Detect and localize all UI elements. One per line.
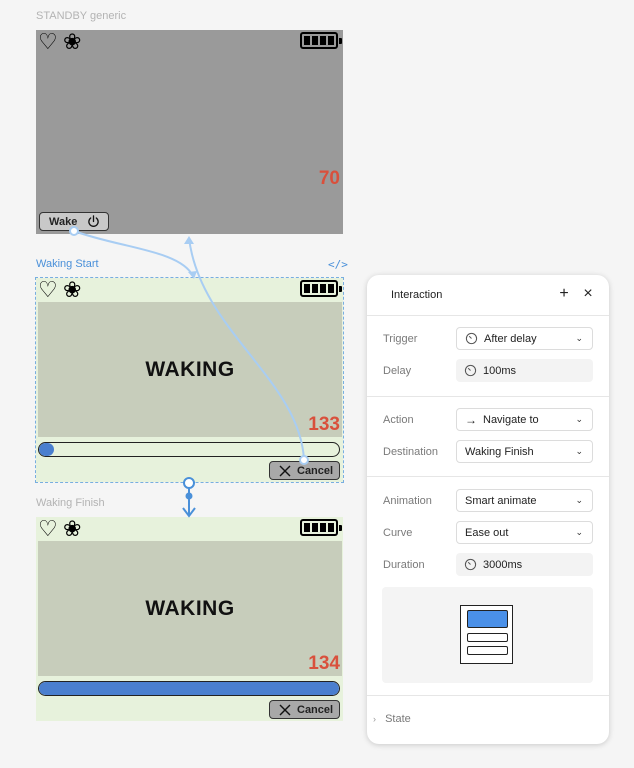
screen-title: WAKING — [145, 358, 235, 381]
wake-button-label: Wake — [49, 215, 78, 228]
chevron-down-icon: ⌄ — [575, 495, 583, 505]
duration-label: Duration — [383, 559, 425, 571]
chevron-down-icon: ⌄ — [575, 414, 583, 424]
destination-value: Waking Finish — [465, 445, 534, 458]
power-icon — [88, 215, 100, 227]
fan-icon: ❀ — [63, 30, 82, 54]
chevron-down-icon: ⌄ — [575, 446, 583, 456]
display-screen: WAKING — [38, 541, 342, 676]
panel-header: Interaction + × — [367, 275, 609, 316]
arrow-head-icon — [184, 236, 194, 244]
destination-select[interactable]: Waking Finish ⌄ — [456, 440, 593, 463]
progress-bar — [38, 681, 340, 696]
divider — [367, 476, 609, 477]
chevron-right-icon: › — [373, 714, 376, 724]
animation-label: Animation — [383, 495, 432, 507]
fan-icon: ❀ — [63, 278, 82, 302]
timer-icon — [465, 332, 478, 345]
counter-number: 134 — [308, 653, 340, 674]
trigger-label: Trigger — [383, 333, 418, 345]
connection-handle — [185, 492, 193, 500]
counter-number: 70 — [318, 168, 340, 189]
fan-icon: ❀ — [63, 517, 82, 541]
progress-fill — [39, 443, 54, 456]
curve-label: Curve — [383, 527, 413, 539]
duration-input[interactable]: 3000ms — [456, 553, 593, 576]
display-screen: WAKING — [38, 302, 342, 437]
state-label: State — [385, 713, 411, 725]
battery-icon — [300, 519, 342, 536]
battery-icon — [300, 32, 342, 49]
plus-icon[interactable]: + — [555, 285, 573, 303]
delay-input[interactable]: 100ms — [456, 359, 593, 382]
panel-title: Interaction — [391, 289, 443, 301]
progress-fill — [39, 682, 339, 695]
counter-number: 133 — [308, 414, 340, 435]
heart-icon: ♡ — [38, 517, 58, 541]
timer-icon — [464, 364, 477, 377]
heart-icon: ♡ — [38, 278, 58, 302]
frame-waking-finish[interactable]: ♡ ❀ WAKING 134 Cancel — [36, 517, 343, 721]
delay-label: Delay — [383, 365, 412, 377]
progress-bar — [38, 442, 340, 457]
animation-value: Smart animate — [465, 494, 537, 507]
duration-value: 3000ms — [483, 558, 523, 571]
destination-label: Destination — [383, 446, 439, 458]
heart-icon: ♡ — [38, 30, 58, 54]
cancel-button[interactable]: Cancel — [269, 700, 340, 719]
frame-standby[interactable]: ♡ ❀ 70 Wake — [36, 30, 343, 234]
cancel-button-label: Cancel — [297, 464, 334, 477]
action-select[interactable]: → Navigate to ⌄ — [456, 408, 593, 431]
animation-select[interactable]: Smart animate ⌄ — [456, 489, 593, 512]
action-label: Action — [383, 414, 414, 426]
battery-icon — [300, 280, 342, 297]
trigger-value: After delay — [484, 332, 537, 345]
action-value: Navigate to — [483, 413, 539, 426]
close-icon[interactable]: × — [579, 285, 597, 303]
code-icon[interactable]: </> — [328, 258, 348, 271]
divider — [367, 396, 609, 397]
cancel-button[interactable]: Cancel — [269, 461, 340, 480]
arrow-right-icon: → — [465, 412, 477, 427]
device-preview-icon — [460, 605, 513, 664]
divider — [367, 695, 609, 696]
animation-preview — [382, 587, 593, 683]
frame-label-standby[interactable]: STANDBY generic — [36, 10, 126, 22]
frame-label-waking-finish[interactable]: Waking Finish — [36, 497, 105, 509]
chevron-down-icon: ⌄ — [575, 333, 583, 343]
interaction-panel: Interaction + × Trigger After delay ⌄ De… — [367, 275, 609, 744]
cancel-button-label: Cancel — [297, 703, 334, 716]
x-icon — [279, 704, 291, 715]
chevron-down-icon: ⌄ — [575, 527, 583, 537]
screen-title: WAKING — [145, 597, 235, 620]
wake-button[interactable]: Wake — [39, 212, 109, 231]
curve-value: Ease out — [465, 526, 509, 539]
frame-waking-start[interactable]: ♡ ❀ WAKING 133 Cancel — [35, 277, 344, 483]
x-icon — [279, 465, 291, 476]
frame-label-waking-start[interactable]: Waking Start — [36, 258, 99, 270]
state-section-toggle[interactable]: › State — [373, 713, 411, 725]
delay-value: 100ms — [483, 364, 517, 377]
trigger-select[interactable]: After delay ⌄ — [456, 327, 593, 350]
timer-icon — [464, 558, 477, 571]
curve-select[interactable]: Ease out ⌄ — [456, 521, 593, 544]
